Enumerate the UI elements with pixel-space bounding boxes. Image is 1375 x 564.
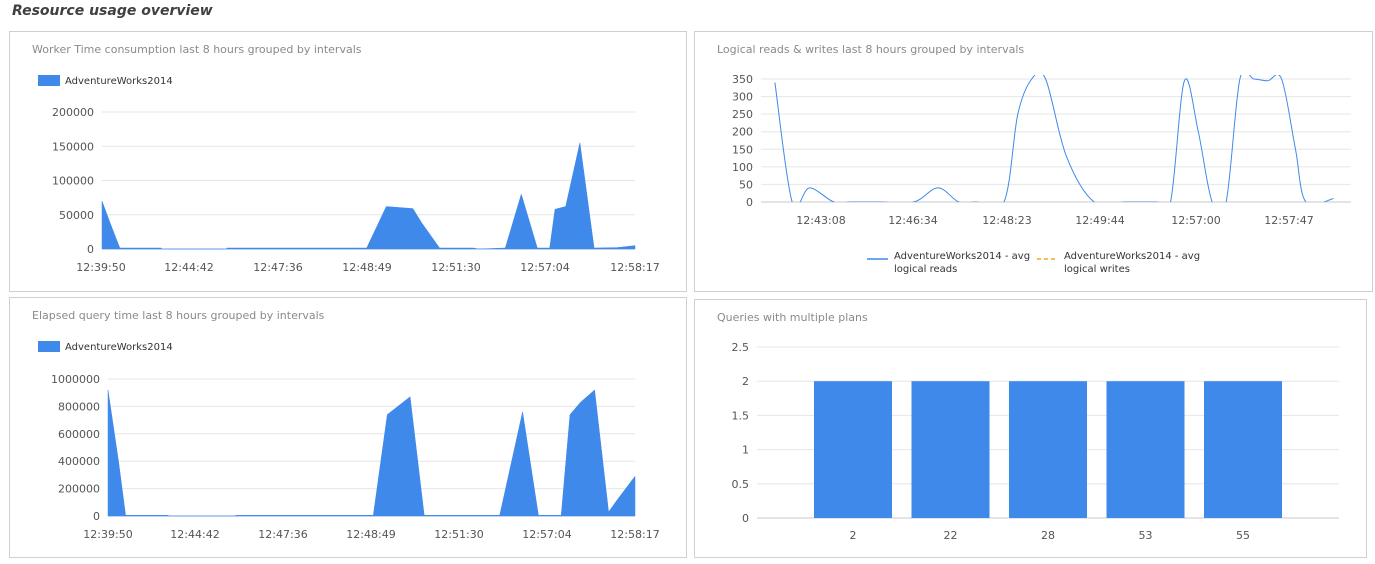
elapsed-x-tick-label: 12:57:04	[522, 528, 571, 541]
reads-x-tick-label: 12:43:08	[796, 214, 845, 227]
reads-x-tick-label: 12:48:23	[982, 214, 1031, 227]
plans-bar	[1009, 381, 1087, 518]
worker-legend-swatch	[38, 75, 60, 86]
multiple-plans-panel: Queries with multiple plans 0 0.5 1 1.5 2 2.5…	[694, 299, 1367, 558]
plans-y-tick-label: 2	[742, 375, 749, 388]
worker-x-tick-label: 12:51:30	[431, 261, 480, 274]
elapsed-y-tick-label: 0	[93, 510, 100, 523]
plans-y-tick-label: 1	[742, 444, 749, 457]
reads-legend-label: AdventureWorks2014 - avg logical reads	[894, 251, 1030, 275]
plans-y-tick-label: 2.5	[732, 341, 750, 354]
worker-x-tick-label: 12:57:04	[520, 261, 569, 274]
reads-line-series	[774, 75, 1334, 202]
worker-y-tick-label: 50000	[59, 209, 94, 222]
worker-time-panel: Worker Time consumption last 8 hours gro…	[9, 31, 687, 292]
elapsed-x-tick-label: 12:58:17	[610, 528, 659, 541]
worker-x-tick-label: 12:58:17	[610, 261, 659, 274]
plans-x-tick-label: 2	[850, 529, 857, 542]
reads-y-tick-label: 200	[732, 126, 753, 139]
logical-io-chart: 0 50 100 150 200 250 300 350 12:43:08 12:46:34 12:…	[732, 73, 1351, 275]
plans-bar	[911, 381, 990, 518]
writes-legend-label: AdventureWorks2014 - avg logical writes	[1064, 251, 1200, 275]
plans-y-tick-label: 0.5	[732, 478, 750, 491]
worker-y-tick-label: 100000	[52, 175, 94, 188]
reads-y-tick-label: 350	[732, 73, 753, 86]
elapsed-time-chart: 0 200000 400000 600000 800000 1000000 Adventur…	[38, 341, 660, 541]
elapsed-y-tick-label: 600000	[58, 428, 100, 441]
page-title: Resource usage overview	[12, 3, 213, 19]
reads-x-tick-label: 12:46:34	[888, 214, 937, 227]
worker-area-series	[101, 142, 636, 250]
worker-y-tick-label: 0	[87, 243, 94, 256]
worker-x-tick-label: 12:44:42	[164, 261, 213, 274]
elapsed-y-tick-label: 1000000	[51, 373, 100, 386]
elapsed-x-tick-label: 12:51:30	[434, 528, 483, 541]
reads-y-tick-label: 0	[746, 196, 753, 209]
elapsed-y-tick-label: 800000	[58, 400, 100, 413]
reads-y-tick-label: 250	[732, 108, 753, 121]
worker-time-chart: 0 50000 100000 150000 200000 AdventureWorks20…	[38, 75, 660, 274]
reads-x-tick-label: 12:57:47	[1264, 214, 1313, 227]
worker-y-tick-label: 200000	[52, 106, 94, 119]
plans-x-tick-label: 53	[1139, 529, 1153, 542]
elapsed-legend-label: AdventureWorks2014	[65, 342, 173, 353]
worker-x-tick-label: 12:48:49	[342, 261, 391, 274]
plans-y-tick-label: 1.5	[732, 409, 750, 422]
elapsed-time-panel: Elapsed query time last 8 hours grouped …	[9, 297, 687, 558]
reads-y-tick-label: 300	[732, 91, 753, 104]
plans-y-tick-label: 0	[742, 512, 749, 525]
elapsed-x-tick-label: 12:39:50	[83, 528, 132, 541]
elapsed-x-tick-label: 12:44:42	[170, 528, 219, 541]
reads-x-tick-label: 12:57:00	[1171, 214, 1220, 227]
reads-y-tick-label: 150	[732, 143, 753, 156]
elapsed-x-tick-label: 12:48:49	[346, 528, 395, 541]
elapsed-x-tick-label: 12:47:36	[258, 528, 307, 541]
worker-x-tick-label: 12:39:50	[76, 261, 125, 274]
logical-io-panel: Logical reads & writes last 8 hours grou…	[694, 31, 1373, 292]
worker-y-tick-label: 150000	[52, 140, 94, 153]
reads-x-tick-label: 12:49:44	[1075, 214, 1124, 227]
elapsed-area-series	[107, 389, 636, 517]
plans-bar	[1106, 381, 1185, 518]
reads-y-tick-label: 100	[732, 161, 753, 174]
plans-x-tick-label: 22	[944, 529, 958, 542]
elapsed-legend-swatch	[38, 341, 60, 352]
worker-x-tick-label: 12:47:36	[253, 261, 302, 274]
multiple-plans-chart: 00.511.522.52 22 28 53 55	[732, 341, 1339, 542]
plans-bar	[1204, 381, 1282, 518]
plans-x-tick-label: 55	[1236, 529, 1250, 542]
elapsed-y-tick-label: 400000	[58, 455, 100, 468]
plans-x-tick-label: 28	[1041, 529, 1055, 542]
reads-y-tick-label: 50	[739, 178, 753, 191]
worker-legend-label: AdventureWorks2014	[65, 76, 173, 87]
plans-bar	[814, 381, 892, 518]
elapsed-y-tick-label: 200000	[58, 483, 100, 496]
